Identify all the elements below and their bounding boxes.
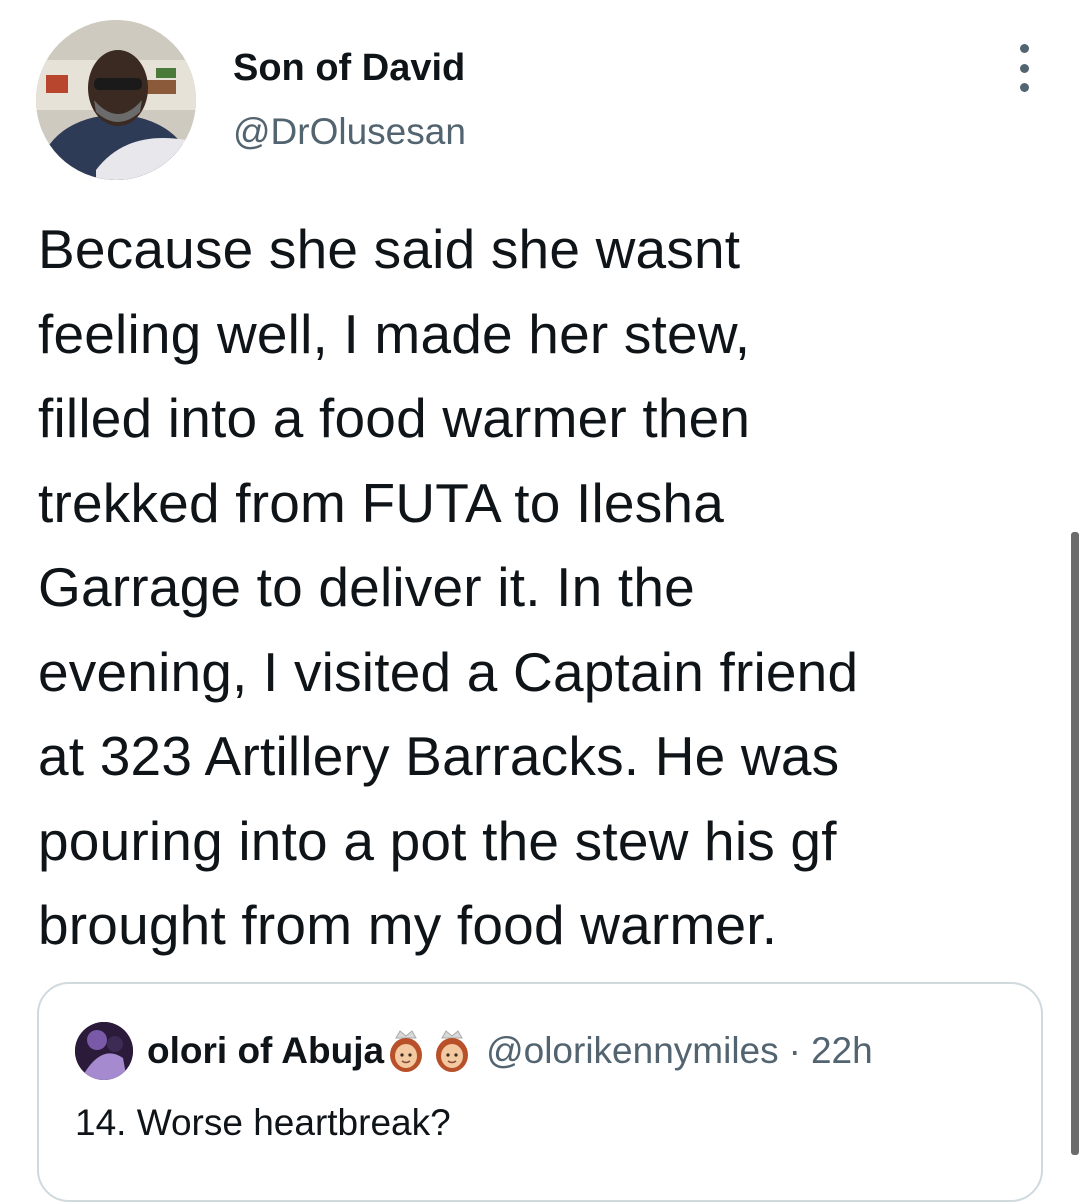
quoted-tweet-text: 14. Worse heartbreak? (75, 1102, 451, 1143)
dot (1019, 63, 1029, 73)
quoted-author-avatar[interactable] (75, 1022, 133, 1080)
dot (1019, 44, 1029, 53)
quoted-author-handle[interactable]: @olorikennymiles (486, 1030, 779, 1072)
more-options-icon[interactable] (1011, 44, 1037, 92)
separator-dot: · (788, 1030, 801, 1071)
quoted-tweet-timestamp[interactable]: 22h (811, 1030, 873, 1072)
author-block: Son of David @DrOlusesan (233, 45, 466, 155)
quoted-tweet-card[interactable]: olori of Abuja @olorikennymiles · 22h 14… (37, 982, 1043, 1202)
scrollbar-thumb[interactable] (1071, 532, 1079, 1155)
author-avatar[interactable] (36, 20, 196, 180)
profile-photo-icon (36, 20, 196, 180)
profile-photo-icon (75, 1022, 133, 1080)
author-handle[interactable]: @DrOlusesan (233, 109, 466, 155)
princess-emoji-icon (390, 1030, 423, 1072)
author-display-name[interactable]: Son of David (233, 45, 466, 91)
princess-emoji-icon (436, 1030, 469, 1072)
quoted-tweet-header: olori of Abuja @olorikennymiles · 22h (75, 1022, 873, 1080)
quoted-author-display-name[interactable]: olori of Abuja (147, 1030, 384, 1072)
dot (1019, 83, 1029, 92)
tweet-text: Because she said she wasnt feeling well,… (38, 218, 859, 956)
